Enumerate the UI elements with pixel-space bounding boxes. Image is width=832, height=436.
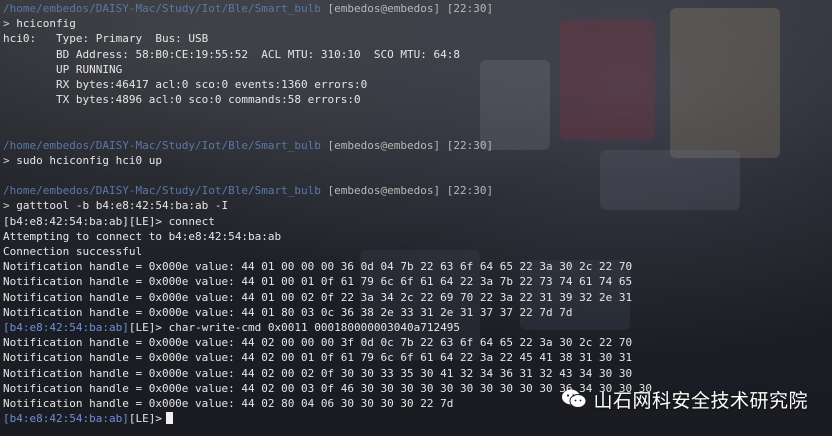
prompt-time: [22:30] bbox=[446, 2, 494, 15]
command-line: > sudo hciconfig hci0 up bbox=[3, 153, 832, 168]
terminal-window[interactable]: /home/embedos/DAISY-Mac/Study/Iot/Ble/Sm… bbox=[3, 0, 832, 436]
output-line: UP RUNNING bbox=[3, 62, 123, 76]
prompt-arrow: > bbox=[3, 17, 10, 31]
output-line: Notification handle = 0x000e value: 44 0… bbox=[3, 290, 633, 304]
device-context: [b4:e8:42:54:ba:ab] bbox=[3, 320, 129, 334]
command-text: gatttool -b b4:e8:42:54:ba:ab -I bbox=[9, 199, 229, 213]
prompt-path-line: /home/embedos/DAISY-Mac/Study/Iot/Ble/Sm… bbox=[3, 138, 832, 153]
prompt-time: [22:30] bbox=[446, 138, 494, 152]
gatttool-command-line: [b4:e8:42:54:ba:ab][LE]> char-write-cmd … bbox=[3, 320, 832, 335]
cwd-path: /home/embedos/DAISY-Mac/Study/Iot/Ble/Sm… bbox=[3, 2, 321, 15]
output-line: Notification handle = 0x000e value: 44 0… bbox=[3, 275, 633, 289]
prompt-path-line: /home/embedos/DAISY-Mac/Study/Iot/Ble/Sm… bbox=[3, 183, 832, 198]
user-host: [embedos@embedos] bbox=[327, 2, 441, 15]
output-line: Attempting to connect to b4:e8:42:54:ba:… bbox=[3, 229, 282, 243]
user-host: [embedos@embedos] bbox=[327, 184, 441, 198]
text-cursor bbox=[165, 412, 173, 425]
prompt-path-line: /home/embedos/DAISY-Mac/Study/Iot/Ble/Sm… bbox=[3, 1, 832, 16]
output-line: [b4:e8:42:54:ba:ab][LE]> connect bbox=[3, 214, 215, 228]
prompt-arrow: > bbox=[3, 153, 10, 167]
cwd-path: /home/embedos/DAISY-Mac/Study/Iot/Ble/Sm… bbox=[3, 184, 321, 198]
command-line: > hciconfig bbox=[3, 16, 832, 31]
command-text: hciconfig bbox=[9, 17, 76, 31]
gatttool-prompt: [LE]> bbox=[128, 412, 162, 426]
prompt-arrow: > bbox=[3, 199, 10, 213]
gatttool-command: [LE]> char-write-cmd 0x0011 000180000003… bbox=[128, 320, 460, 334]
user-host: [embedos@embedos] bbox=[327, 138, 441, 152]
output-line: Notification handle = 0x000e value: 44 0… bbox=[3, 351, 633, 365]
output-line: hci0: Type: Primary Bus: USB bbox=[3, 32, 209, 46]
watermark-text: 山石网科安全技术研究院 bbox=[593, 389, 808, 412]
cwd-path: /home/embedos/DAISY-Mac/Study/Iot/Ble/Sm… bbox=[3, 138, 321, 152]
device-context: [b4:e8:42:54:ba:ab] bbox=[3, 412, 129, 426]
output-line: Notification handle = 0x000e value: 44 0… bbox=[3, 366, 633, 380]
command-line: > gatttool -b b4:e8:42:54:ba:ab -I bbox=[3, 198, 832, 213]
output-line: TX bytes:4896 acl:0 sco:0 commands:58 er… bbox=[3, 93, 361, 107]
output-line: Notification handle = 0x000e value: 44 0… bbox=[3, 305, 573, 319]
prompt-time: [22:30] bbox=[446, 184, 494, 198]
watermark: 山石网科安全技术研究院 bbox=[561, 385, 808, 413]
output-line: RX bytes:46417 acl:0 sco:0 events:1360 e… bbox=[3, 77, 368, 91]
output-line: Connection successful bbox=[3, 245, 143, 258]
output-line: Notification handle = 0x000e value: 44 0… bbox=[3, 260, 633, 274]
gatttool-input-line[interactable]: [b4:e8:42:54:ba:ab][LE]> bbox=[3, 411, 832, 426]
wechat-icon bbox=[562, 389, 587, 408]
command-text: sudo hciconfig hci0 up bbox=[9, 153, 162, 167]
output-line: Notification handle = 0x000e value: 44 0… bbox=[3, 336, 633, 350]
output-line: BD Address: 58:B0:CE:19:55:52 ACL MTU: 3… bbox=[3, 47, 460, 61]
